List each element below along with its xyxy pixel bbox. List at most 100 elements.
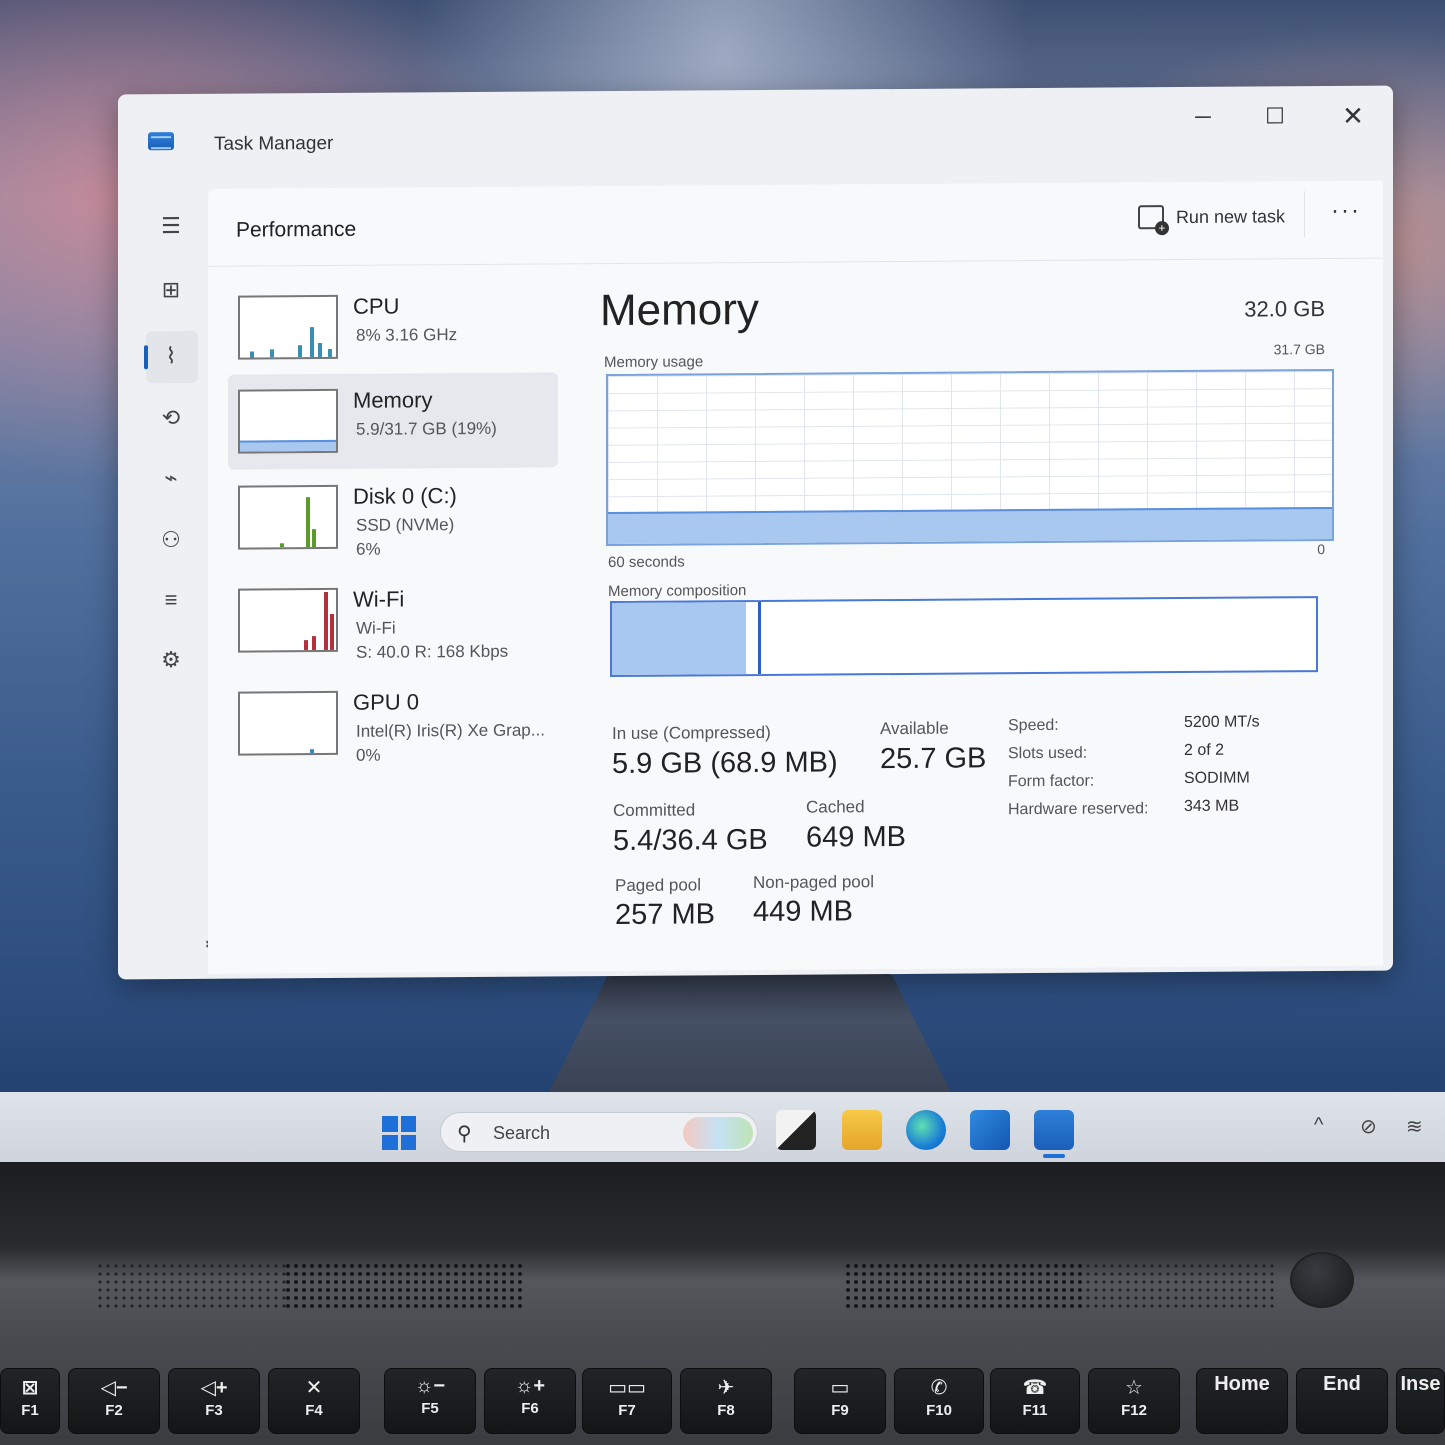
speed-key: Speed: (1008, 716, 1059, 735)
speaker-grille-right (844, 1262, 1084, 1308)
key-label: Inse (1400, 1373, 1441, 1395)
details-icon[interactable]: ≡ (154, 583, 188, 617)
device-cpu[interactable]: CPU 8% 3.16 GHz (228, 278, 558, 375)
memory-total: 32.0 GB (1244, 296, 1325, 322)
key-symbol-icon: ✆ (930, 1377, 948, 1399)
key-inse[interactable]: Inse (1396, 1368, 1445, 1434)
key-f4[interactable]: ✕ F4 (268, 1368, 360, 1434)
key-label: F2 (105, 1402, 123, 1419)
key-f2[interactable]: ◁− F2 (68, 1368, 160, 1434)
app-history-icon[interactable]: ⟲ (154, 401, 188, 435)
nav-active-indicator (144, 345, 148, 370)
key-symbol-icon: ⊠ (21, 1377, 39, 1399)
key-symbol-icon: ◁− (100, 1377, 128, 1399)
key-label: Home (1214, 1373, 1270, 1395)
device-memory[interactable]: Memory 5.9/31.7 GB (19%) (228, 372, 558, 470)
task-manager-window: Task Manager ─ ☐ ✕ ☰ ⊞ ⌇ ⟲ ⌁ ⚇ ≡ ⚙ ⚙ Per… (118, 85, 1393, 980)
key-label: F9 (831, 1402, 849, 1419)
nonpaged-pool-value: 449 MB (753, 895, 853, 929)
memory-usage-max: 31.7 GB (1273, 341, 1325, 358)
form-factor-key: Form factor: (1008, 772, 1095, 791)
task-manager-taskbar-icon[interactable] (1034, 1110, 1074, 1150)
taskbar: ⚲ Search ^ ⊘ ≋ (0, 1092, 1445, 1162)
device-disk[interactable]: Disk 0 (C:) SSD (NVMe) 6% (228, 468, 558, 565)
device-name: Disk 0 (C:) (353, 483, 457, 509)
device-name: GPU 0 (353, 689, 420, 715)
task-view-icon[interactable] (776, 1110, 816, 1150)
key-f6[interactable]: ☼+ F6 (484, 1368, 576, 1434)
run-new-task-button[interactable]: Run new task (1137, 199, 1285, 234)
key-f7[interactable]: ▭▭ F7 (582, 1368, 672, 1434)
key-f5[interactable]: ☼− F5 (384, 1368, 476, 1434)
device-stat: 0% (356, 745, 381, 765)
processes-icon[interactable]: ⊞ (154, 273, 188, 307)
key-end[interactable]: End (1296, 1368, 1388, 1434)
in-use-value: 5.9 GB (68.9 MB) (612, 746, 838, 781)
device-stat: 6% (356, 539, 381, 559)
key-f1[interactable]: ⊠ F1 (0, 1368, 60, 1434)
key-f8[interactable]: ✈ F8 (680, 1368, 772, 1434)
device-name: Memory (353, 387, 433, 413)
key-symbol-icon: ✕ (305, 1377, 323, 1399)
key-label: F7 (618, 1402, 636, 1419)
close-button[interactable]: ✕ (1323, 96, 1383, 136)
cached-label: Cached (806, 797, 865, 817)
edge-browser-icon[interactable] (906, 1110, 946, 1150)
committed-value: 5.4/36.4 GB (613, 823, 768, 857)
key-home[interactable]: Home (1196, 1368, 1288, 1434)
key-label: F11 (1022, 1402, 1048, 1419)
minimize-button[interactable]: ─ (1173, 97, 1233, 137)
title-bar[interactable]: Task Manager ─ ☐ ✕ (118, 86, 1393, 190)
start-button[interactable] (382, 1116, 416, 1150)
hardware-reserved-value: 343 MB (1184, 797, 1240, 816)
form-factor-value: SODIMM (1184, 769, 1250, 788)
key-f12[interactable]: ☆ F12 (1088, 1368, 1180, 1434)
speaker-grille-left (284, 1262, 524, 1308)
outlook-icon[interactable] (970, 1110, 1010, 1150)
services-icon[interactable]: ⚙ (154, 643, 188, 677)
tray-overflow-icon[interactable]: ^ (1314, 1114, 1323, 1137)
taskbar-search[interactable]: ⚲ Search (440, 1112, 758, 1152)
cpu-thumbnail-graph (238, 294, 338, 360)
memory-composition-bar (610, 596, 1318, 678)
available-value: 25.7 GB (880, 742, 987, 776)
key-label: F6 (521, 1400, 539, 1417)
startup-apps-icon[interactable]: ⌁ (154, 461, 188, 495)
device-type: Wi-Fi (356, 618, 396, 638)
run-new-task-label: Run new task (1175, 205, 1285, 227)
users-icon[interactable]: ⚇ (154, 523, 188, 557)
composition-modified (757, 601, 761, 674)
maximize-button[interactable]: ☐ (1245, 96, 1305, 136)
device-name: CPU (353, 293, 400, 319)
key-f9[interactable]: ▭ F9 (794, 1368, 886, 1434)
page-title: Performance (236, 217, 357, 242)
key-symbol-icon: ☆ (1125, 1377, 1143, 1399)
paged-pool-label: Paged pool (615, 875, 702, 895)
committed-label: Committed (613, 800, 696, 820)
active-app-indicator (1043, 1154, 1065, 1158)
key-label: F1 (21, 1402, 39, 1419)
key-label: F8 (717, 1402, 735, 1419)
key-symbol-icon: ☼+ (514, 1375, 545, 1397)
wifi-icon[interactable]: ≋ (1406, 1114, 1423, 1139)
memory-usage-graph (606, 368, 1334, 547)
available-label: Available (880, 718, 949, 739)
paged-pool-value: 257 MB (615, 898, 715, 931)
memory-heading: Memory (600, 284, 759, 336)
slots-value: 2 of 2 (1184, 741, 1225, 760)
memory-thumbnail-graph (238, 388, 338, 454)
key-f11[interactable]: ☎ F11 (990, 1368, 1080, 1434)
camera-off-icon[interactable]: ⊘ (1360, 1114, 1377, 1139)
file-explorer-icon[interactable] (842, 1110, 882, 1150)
hamburger-menu-icon[interactable]: ☰ (154, 209, 188, 243)
more-options-button[interactable]: ··· (1331, 197, 1361, 225)
device-gpu[interactable]: GPU 0 Intel(R) Iris(R) Xe Grap... 0% (228, 674, 558, 771)
composition-in-use (612, 602, 746, 676)
memory-usage-fill (608, 507, 1332, 545)
device-wifi[interactable]: Wi-Fi Wi-Fi S: 40.0 R: 168 Kbps (228, 571, 558, 668)
performance-icon[interactable]: ⌇ (154, 339, 188, 373)
key-f10[interactable]: ✆ F10 (894, 1368, 984, 1434)
power-button[interactable] (1290, 1252, 1354, 1308)
key-f3[interactable]: ◁+ F3 (168, 1368, 260, 1434)
run-task-icon (1137, 205, 1164, 230)
